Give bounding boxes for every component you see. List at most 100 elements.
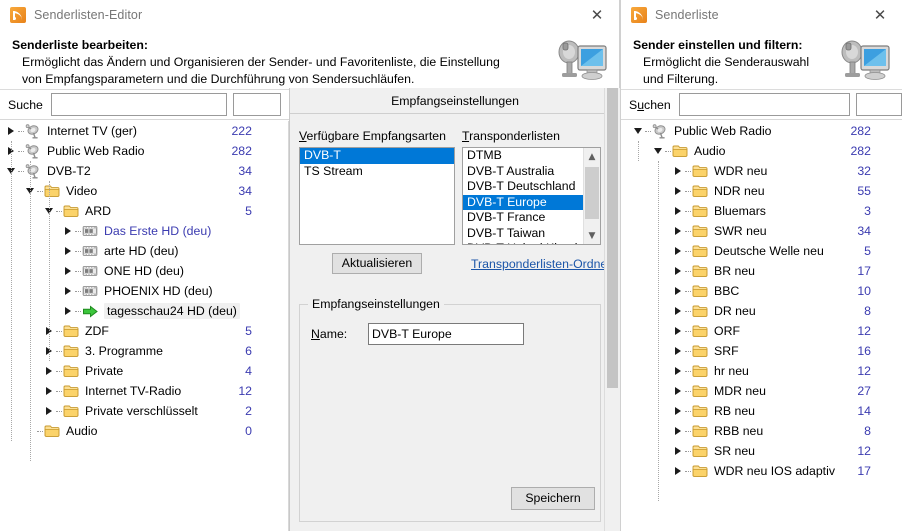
- close-icon[interactable]: ✕: [858, 0, 902, 30]
- expand-triangle-icon[interactable]: [671, 361, 685, 381]
- tree-row[interactable]: 3. Programme 6: [0, 341, 288, 361]
- tree-guide: [56, 390, 62, 392]
- expand-triangle-icon[interactable]: [671, 261, 685, 281]
- tree-row[interactable]: Private verschlüsselt 2: [0, 401, 288, 421]
- available-reception-types-list[interactable]: DVB-T TS Stream: [299, 147, 455, 245]
- tree-row-label: SWR neu: [714, 224, 767, 238]
- tree-row[interactable]: Bluemars 3: [621, 201, 902, 221]
- tree-row[interactable]: Internet TV (ger) 222: [0, 121, 288, 141]
- tree-row[interactable]: BBC 10: [621, 281, 902, 301]
- chevron-down-icon[interactable]: ▼: [584, 227, 600, 244]
- expand-triangle-icon[interactable]: [61, 241, 75, 261]
- tree-row[interactable]: DR neu 8: [621, 301, 902, 321]
- expand-triangle-icon[interactable]: [671, 201, 685, 221]
- tree-row[interactable]: Audio 0: [0, 421, 288, 441]
- tree-row[interactable]: ZDF 5: [0, 321, 288, 341]
- search-secondary-input[interactable]: [232, 93, 281, 116]
- tree-row[interactable]: ARD 5: [0, 201, 288, 221]
- search-input[interactable]: [50, 93, 227, 116]
- tree-row[interactable]: Video 34: [0, 181, 288, 201]
- tree-row[interactable]: ORF 12: [621, 321, 902, 341]
- tree-row-label: Private: [85, 364, 124, 378]
- list-item[interactable]: DVB-T France: [463, 210, 600, 226]
- tree-row[interactable]: Audio 282: [621, 141, 902, 161]
- editor-banner: Senderliste bearbeiten: Ermöglicht das Ä…: [0, 30, 619, 90]
- tree-row[interactable]: RBB neu 8: [621, 421, 902, 441]
- transponder-lists-list[interactable]: DTMB DVB-T Australia DVB-T Deutschland DVB-…: [462, 147, 601, 245]
- list-search-secondary-input[interactable]: [856, 93, 902, 116]
- list-item[interactable]: DVB-T: [300, 148, 454, 164]
- expand-triangle-icon[interactable]: [4, 121, 18, 141]
- tree-row[interactable]: tagesschau24 HD (deu): [0, 301, 288, 321]
- collapse-triangle-icon[interactable]: [631, 121, 645, 141]
- tree-row[interactable]: MDR neu 27: [621, 381, 902, 401]
- tree-row[interactable]: arte HD (deu): [0, 241, 288, 261]
- expand-triangle-icon[interactable]: [671, 281, 685, 301]
- expand-triangle-icon[interactable]: [671, 461, 685, 481]
- tree-row[interactable]: SR neu 12: [621, 441, 902, 461]
- list-item[interactable]: DTMB: [463, 148, 600, 164]
- expand-triangle-icon[interactable]: [671, 381, 685, 401]
- tree-row[interactable]: hr neu 12: [621, 361, 902, 381]
- tree-row-count: 34: [238, 184, 252, 198]
- film-icon: [82, 265, 99, 277]
- list-item[interactable]: DVB-T United Kingdom: [463, 241, 600, 244]
- tree-row[interactable]: Deutsche Welle neu 5: [621, 241, 902, 261]
- list-item[interactable]: DVB-T Australia: [463, 164, 600, 180]
- tree-row[interactable]: Public Web Radio 282: [0, 141, 288, 161]
- tree-row[interactable]: SRF 16: [621, 341, 902, 361]
- expand-triangle-icon[interactable]: [61, 301, 75, 321]
- refresh-button[interactable]: Aktualisieren: [332, 253, 422, 274]
- name-label-rest: ame:: [319, 327, 348, 341]
- expand-triangle-icon[interactable]: [671, 401, 685, 421]
- editor-channel-tree[interactable]: Internet TV (ger) 222 Public Web Radio 282 D…: [0, 121, 289, 531]
- tree-row[interactable]: RB neu 14: [621, 401, 902, 421]
- expand-triangle-icon[interactable]: [671, 341, 685, 361]
- list-item[interactable]: DVB-T Taiwan: [463, 226, 600, 242]
- tree-row-label: BBC: [714, 284, 740, 298]
- expand-triangle-icon[interactable]: [61, 221, 75, 241]
- transponder-folder-link[interactable]: Transponderlisten-Ordner: [471, 257, 611, 271]
- tree-row[interactable]: Internet TV-Radio 12: [0, 381, 288, 401]
- list-item[interactable]: TS Stream: [300, 164, 454, 180]
- tree-row[interactable]: DVB-T2 34: [0, 161, 288, 181]
- reception-panel-scrollbar[interactable]: [604, 88, 620, 531]
- expand-triangle-icon[interactable]: [42, 381, 56, 401]
- tree-row[interactable]: NDR neu 55: [621, 181, 902, 201]
- tree-row[interactable]: Private 4: [0, 361, 288, 381]
- expand-triangle-icon[interactable]: [671, 241, 685, 261]
- expand-triangle-icon[interactable]: [671, 181, 685, 201]
- scrollbar-thumb[interactable]: [585, 167, 599, 219]
- expand-triangle-icon[interactable]: [671, 161, 685, 181]
- tree-row[interactable]: BR neu 17: [621, 261, 902, 281]
- senderliste-tree[interactable]: Public Web Radio 282 Audio 282 WDR neu 32 NDR …: [621, 121, 902, 531]
- tree-guide: [685, 330, 691, 332]
- expand-triangle-icon[interactable]: [61, 281, 75, 301]
- tree-row[interactable]: PHOENIX HD (deu): [0, 281, 288, 301]
- transponder-scrollbar[interactable]: ▲ ▼: [583, 148, 600, 244]
- expand-triangle-icon[interactable]: [671, 321, 685, 341]
- list-item[interactable]: DVB-T Deutschland: [463, 179, 600, 195]
- expand-triangle-icon[interactable]: [42, 401, 56, 421]
- tree-row[interactable]: WDR neu 32: [621, 161, 902, 181]
- editor-banner-body: Ermöglicht das Ändern und Organisieren d…: [22, 55, 500, 86]
- expand-triangle-icon[interactable]: [42, 361, 56, 381]
- expand-triangle-icon[interactable]: [61, 261, 75, 281]
- save-button[interactable]: Speichern: [511, 487, 595, 510]
- list-search-input[interactable]: [678, 93, 850, 116]
- expand-triangle-icon[interactable]: [671, 441, 685, 461]
- tree-row[interactable]: Das Erste HD (deu): [0, 221, 288, 241]
- tree-row[interactable]: SWR neu 34: [621, 221, 902, 241]
- list-item[interactable]: DVB-T Europe: [463, 194, 600, 210]
- reception-panel-scrollbar-thumb[interactable]: [607, 88, 618, 388]
- tree-row[interactable]: WDR neu IOS adaptiv 17: [621, 461, 902, 481]
- collapse-triangle-icon[interactable]: [651, 141, 665, 161]
- expand-triangle-icon[interactable]: [671, 421, 685, 441]
- tree-row[interactable]: ONE HD (deu): [0, 261, 288, 281]
- expand-triangle-icon[interactable]: [671, 221, 685, 241]
- name-input[interactable]: [368, 323, 524, 345]
- tree-row[interactable]: Public Web Radio 282: [621, 121, 902, 141]
- chevron-up-icon[interactable]: ▲: [584, 148, 600, 165]
- expand-triangle-icon[interactable]: [671, 301, 685, 321]
- close-icon[interactable]: ✕: [575, 0, 619, 30]
